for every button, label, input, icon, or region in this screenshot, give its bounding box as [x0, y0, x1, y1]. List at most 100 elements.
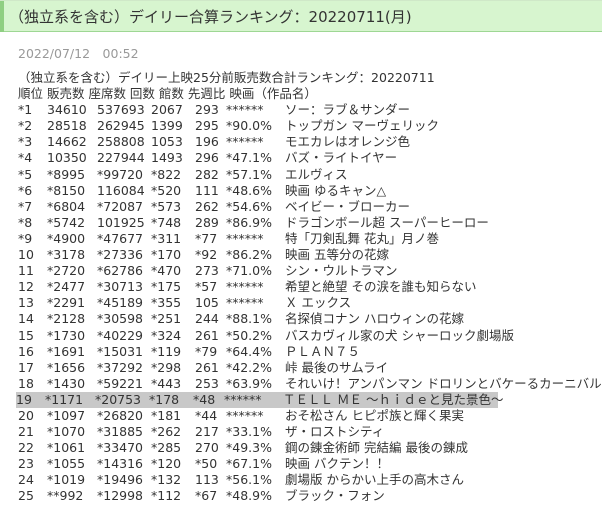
cell-showings: *324: [151, 327, 182, 343]
cell-week-ratio: *33.1%: [226, 424, 272, 440]
cell-theaters: 253: [195, 375, 219, 391]
cell-rank: *8: [18, 214, 33, 230]
cell-sales: *2720: [47, 263, 86, 279]
cell-seats: *19496: [97, 472, 144, 488]
cell-seats: 116084: [97, 182, 145, 198]
cell-rank: *5: [18, 166, 33, 182]
cell-theaters: 261: [195, 327, 219, 343]
cell-rank: *9: [18, 230, 33, 246]
cell-week-ratio: *56.1%: [226, 472, 272, 488]
cell-seats: *12998: [97, 488, 144, 504]
ranking-row: 13 *2291 *45189 *355 105 ****** Ｘ エックス: [18, 295, 498, 311]
cell-showings: *120: [151, 456, 182, 472]
cell-week-ratio: ******: [224, 391, 262, 407]
cell-showings: 1399: [151, 118, 183, 134]
cell-movie-title: トップガン マーヴェリック: [285, 118, 439, 134]
cell-theaters: *48: [193, 391, 216, 407]
cell-movie-title: 映画 ゆるキャン△: [285, 182, 387, 198]
cell-theaters: 111: [195, 182, 219, 198]
cell-theaters: 217: [195, 424, 219, 440]
article-body: （独立系を含む）デイリー上映25分前販売数合計ランキング：20220711 順位…: [16, 70, 602, 505]
cell-sales: 10350: [47, 150, 87, 166]
cell-seats: *26820: [97, 407, 144, 423]
cell-week-ratio: *63.9%: [226, 375, 272, 391]
cell-showings: *298: [151, 359, 182, 375]
cell-week-ratio: *86.9%: [226, 214, 272, 230]
cell-sales: *8150: [47, 182, 86, 198]
ranking-row: *6 *8150 116084 *520 111 *48.6% 映画 ゆるキャン△: [18, 183, 498, 199]
cell-showings: *251: [151, 311, 182, 327]
ranking-row: 20 *1097 *26820 *181 *44 ****** おそ松さん ヒピポ族と輝く果…: [18, 408, 498, 424]
cell-sales: *1061: [47, 440, 86, 456]
cell-sales: *4900: [47, 230, 86, 246]
cell-sales: *8995: [47, 166, 86, 182]
cell-showings: *311: [151, 230, 182, 246]
ranking-row: 24 *1019 *19496 *132 113 *56.1% 劇場版 からかい上手の高木さ…: [18, 472, 498, 488]
cell-movie-title: モエカレはオレンジ色: [285, 134, 411, 150]
cell-rank: 17: [18, 359, 34, 375]
cell-movie-title: Ｘ エックス: [285, 295, 352, 311]
ranking-row: *2 28518 262945 1399 295 *90.0% トップガン マーヴェリック: [18, 118, 498, 134]
cell-rank: 24: [18, 472, 34, 488]
cell-movie-title: ソー：ラブ＆サンダー: [285, 102, 411, 118]
cell-seats: *14316: [97, 456, 144, 472]
cell-sales: **992: [47, 488, 84, 504]
cell-movie-title: 劇場版 からかい上手の高木さん: [285, 472, 464, 488]
cell-sales: *1430: [47, 375, 86, 391]
cell-week-ratio: *67.1%: [226, 456, 272, 472]
cell-showings: *181: [151, 407, 182, 423]
cell-theaters: 282: [195, 166, 219, 182]
cell-theaters: 113: [195, 472, 219, 488]
entry-title[interactable]: （独立系を含む）デイリー合算ランキング：20220711(月): [9, 6, 412, 27]
column-header: 順位 販売数 座席数 回数 館数 先週比 映画（作品名）: [18, 86, 317, 102]
cell-theaters: 244: [195, 311, 219, 327]
cell-sales: *5742: [47, 214, 86, 230]
cell-movie-title: 映画 五等分の花嫁: [285, 247, 389, 263]
ranking-row: *4 10350 227944 1493 296 *47.1% バズ・ライトイヤー: [18, 150, 498, 166]
cell-showings: *748: [151, 214, 182, 230]
cell-sales: *2291: [47, 295, 86, 311]
cell-showings: *178: [149, 391, 180, 407]
cell-sales: *1656: [47, 359, 86, 375]
cell-theaters: 261: [195, 359, 219, 375]
cell-movie-title: ベイビー・ブローカー: [285, 198, 411, 214]
cell-sales: *6804: [47, 198, 86, 214]
ranking-subtitle: （独立系を含む）デイリー上映25分前販売数合計ランキング：20220711: [18, 70, 435, 85]
cell-theaters: 295: [195, 118, 219, 134]
cell-movie-title: バズ・ライトイヤー: [285, 150, 398, 166]
cell-theaters: *79: [195, 343, 218, 359]
ranking-row: 21 *1070 *31885 *262 217 *33.1% ザ・ロストシティ: [18, 424, 498, 440]
cell-seats: *40229: [97, 327, 144, 343]
cell-rank: *6: [18, 182, 33, 198]
cell-theaters: 105: [195, 295, 219, 311]
cell-theaters: 293: [195, 102, 219, 118]
ranking-row: 18 *1430 *59221 *443 253 *63.9% それいけ！アンパンマン ドロ…: [18, 375, 602, 392]
cell-seats: *20753: [95, 391, 142, 407]
cell-seats: *37292: [97, 359, 144, 375]
cell-theaters: *77: [195, 230, 218, 246]
post-date: 2022/07/12 00:52: [18, 46, 139, 61]
cell-week-ratio: *88.1%: [226, 311, 272, 327]
cell-rank: *2: [18, 118, 33, 134]
cell-rank: *7: [18, 198, 33, 214]
cell-week-ratio: ******: [226, 102, 264, 118]
cell-week-ratio: ******: [226, 230, 264, 246]
cell-week-ratio: *71.0%: [226, 263, 272, 279]
cell-showings: *573: [151, 198, 182, 214]
cell-theaters: *50: [195, 456, 218, 472]
cell-showings: *262: [151, 424, 182, 440]
cell-showings: 1053: [151, 134, 183, 150]
cell-sales: *1055: [47, 456, 86, 472]
cell-rank: 19: [16, 391, 32, 407]
cell-week-ratio: *48.6%: [226, 182, 272, 198]
cell-theaters: *67: [195, 488, 218, 504]
cell-movie-title: エルヴィス: [285, 166, 348, 182]
cell-showings: *175: [151, 279, 182, 295]
cell-showings: *443: [151, 375, 182, 391]
cell-sales: *1691: [47, 343, 86, 359]
cell-movie-title: シン・ウルトラマン: [285, 263, 398, 279]
cell-seats: 537693: [97, 102, 145, 118]
cell-rank: 12: [18, 279, 34, 295]
cell-showings: *132: [151, 472, 182, 488]
cell-seats: 262945: [97, 118, 145, 134]
